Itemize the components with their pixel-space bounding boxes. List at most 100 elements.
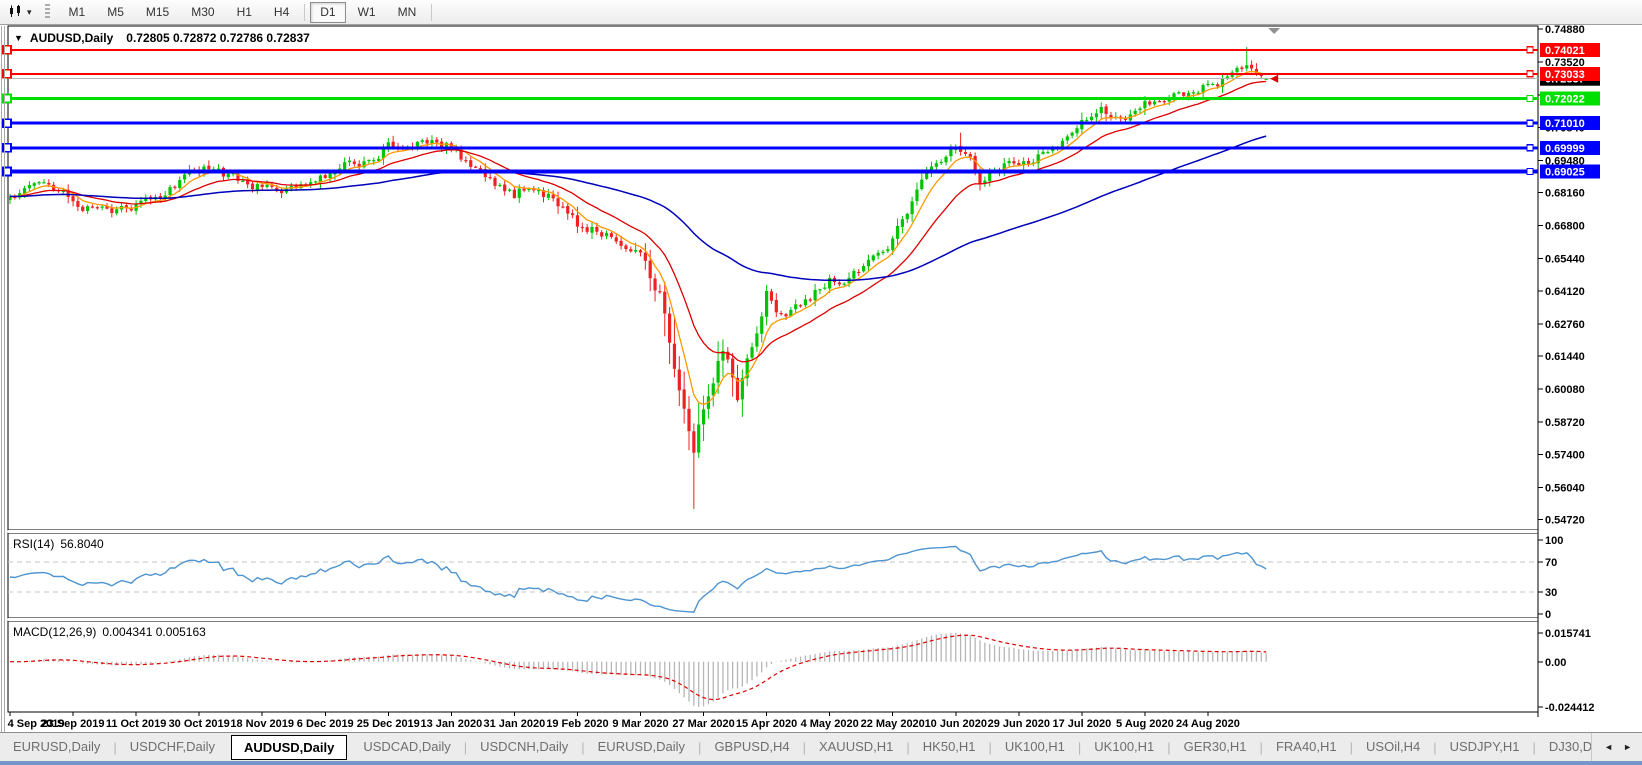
svg-text:0.74880: 0.74880 <box>1545 24 1585 36</box>
timeframe-button-d1[interactable]: D1 <box>310 2 345 23</box>
panel-splitter-rsi[interactable] <box>8 530 1538 533</box>
svg-text:0.72022: 0.72022 <box>1545 94 1585 106</box>
macd-name: MACD(12,26,9) <box>13 625 96 639</box>
svg-text:18 Nov 2019: 18 Nov 2019 <box>230 718 294 730</box>
svg-text:11 Oct 2019: 11 Oct 2019 <box>106 718 167 730</box>
svg-text:0.65440: 0.65440 <box>1545 254 1585 266</box>
tab-6-gbpusd-h4[interactable]: GBPUSD,H4 <box>701 734 802 760</box>
timeframe-button-mn[interactable]: MN <box>388 2 427 23</box>
svg-text:15 Apr 2020: 15 Apr 2020 <box>736 718 797 730</box>
time-axis[interactable]: 4 Sep 201923 Sep 201911 Oct 201930 Oct 2… <box>8 712 1240 730</box>
svg-text:0.68160: 0.68160 <box>1545 187 1585 199</box>
tab-4-usdcnh-daily[interactable]: USDCNH,Daily <box>467 734 581 760</box>
chart-ohlc-values: 0.72805 0.72872 0.72786 0.72837 <box>126 31 310 45</box>
tab-8-hk50-h1[interactable]: HK50,H1 <box>910 734 989 760</box>
timeframe-button-m30[interactable]: M30 <box>181 2 224 23</box>
timeframe-button-h4[interactable]: H4 <box>264 2 299 23</box>
svg-text:29 Jun 2020: 29 Jun 2020 <box>988 718 1050 730</box>
tab-scroll-left-icon[interactable]: ◄ <box>1604 742 1613 752</box>
svg-text:0.58720: 0.58720 <box>1545 417 1585 429</box>
svg-text:0.71010: 0.71010 <box>1545 118 1585 130</box>
svg-text:0.00: 0.00 <box>1545 657 1566 669</box>
window-edge-line <box>4 26 5 732</box>
rsi-value: 56.8040 <box>60 537 103 551</box>
toolbar: ▾ M1M5M15M30H1H4 D1W1MN <box>0 0 1642 25</box>
current-price-arrow-icon <box>1270 75 1278 83</box>
svg-text:0.57400: 0.57400 <box>1545 449 1585 461</box>
window-bottom-strip <box>0 761 1642 765</box>
timeframe-button-h1[interactable]: H1 <box>227 2 262 23</box>
candlesticks <box>8 47 1267 509</box>
macd-indicator-label: MACD(12,26,9) 0.004341 0.005163 <box>13 625 206 639</box>
chart-symbol-period: AUDUSD,Daily <box>30 31 113 45</box>
svg-text:4 May 2020: 4 May 2020 <box>801 718 859 730</box>
timeframe-buttons: M1M5M15M30H1H4 D1W1MN <box>58 2 437 23</box>
svg-text:23 Sep 2019: 23 Sep 2019 <box>42 718 105 730</box>
macd-values: 0.004341 0.005163 <box>102 625 205 639</box>
macd-axis[interactable]: 0.015741 0.00 -0.024412 <box>1538 628 1595 714</box>
tab-10-uk100-h1[interactable]: UK100,H1 <box>1081 734 1167 760</box>
svg-text:10 Jun 2020: 10 Jun 2020 <box>925 718 987 730</box>
chart-canvas: 0.748800.735200.721600.708400.694800.681… <box>0 0 1642 765</box>
chart-title: ▼ AUDUSD,Daily 0.72805 0.72872 0.72786 0.7… <box>14 31 310 45</box>
svg-text:24 Aug 2020: 24 Aug 2020 <box>1176 718 1240 730</box>
timeframe-button-m5[interactable]: M5 <box>97 2 134 23</box>
svg-text:0.66800: 0.66800 <box>1545 221 1585 233</box>
toolbar-grip-handle[interactable] <box>45 4 50 20</box>
tab-11-ger30-h1[interactable]: GER30,H1 <box>1171 734 1260 760</box>
tab-13-usoil-h4[interactable]: USOil,H4 <box>1353 734 1433 760</box>
svg-text:9 Mar 2020: 9 Mar 2020 <box>612 718 668 730</box>
svg-text:13 Jan 2020: 13 Jan 2020 <box>420 718 482 730</box>
chart-mode-dropdown-icon[interactable]: ▾ <box>27 8 32 17</box>
chart-shift-marker-icon[interactable] <box>1268 28 1280 34</box>
window-edge-line <box>1 26 2 732</box>
svg-text:0.62760: 0.62760 <box>1545 319 1585 331</box>
tab-scroll-right-icon[interactable]: ► <box>1623 742 1632 752</box>
level-line-0.69999[interactable]: 0.69999 <box>3 141 1600 155</box>
level-line-0.72022[interactable]: 0.72022 <box>3 92 1600 106</box>
rsi-name: RSI(14) <box>13 537 54 551</box>
chart-title-dropdown-icon[interactable]: ▼ <box>14 33 23 43</box>
svg-text:100: 100 <box>1545 535 1563 547</box>
svg-text:6 Dec 2019: 6 Dec 2019 <box>297 718 354 730</box>
svg-text:0.015741: 0.015741 <box>1545 628 1591 640</box>
tab-1-usdchf-daily[interactable]: USDCHF,Daily <box>117 734 228 760</box>
svg-text:0.56040: 0.56040 <box>1545 482 1585 494</box>
svg-text:25 Dec 2019: 25 Dec 2019 <box>357 718 420 730</box>
svg-text:0.69025: 0.69025 <box>1545 166 1585 178</box>
svg-text:0.69999: 0.69999 <box>1545 143 1585 155</box>
svg-text:0.61440: 0.61440 <box>1545 351 1585 363</box>
svg-text:17 Jul 2020: 17 Jul 2020 <box>1052 718 1111 730</box>
svg-text:30: 30 <box>1545 587 1557 599</box>
svg-text:-0.024412: -0.024412 <box>1545 702 1595 714</box>
chart-mode-button[interactable]: ▾ <box>5 3 35 21</box>
moving-average-slow-line <box>10 136 1266 280</box>
svg-text:0.74021: 0.74021 <box>1545 45 1585 57</box>
svg-text:0.64120: 0.64120 <box>1545 286 1585 298</box>
level-line-0.71010[interactable]: 0.71010 <box>3 116 1600 130</box>
panel-borders <box>8 26 1538 712</box>
candlestick-chart-icon <box>8 5 24 19</box>
tab-3-usdcad-daily[interactable]: USDCAD,Daily <box>350 734 463 760</box>
svg-text:5 Aug 2020: 5 Aug 2020 <box>1116 718 1174 730</box>
tab-7-xauusd-h1[interactable]: XAUUSD,H1 <box>806 734 906 760</box>
tab-2-audusd-daily[interactable]: AUDUSD,Daily <box>231 735 347 760</box>
panel-splitter-macd[interactable] <box>8 618 1538 621</box>
macd-histogram <box>10 633 1266 707</box>
svg-text:0.60080: 0.60080 <box>1545 384 1585 396</box>
tab-12-fra40-h1[interactable]: FRA40,H1 <box>1263 734 1350 760</box>
svg-text:30 Oct 2019: 30 Oct 2019 <box>169 718 230 730</box>
svg-text:27 Mar 2020: 27 Mar 2020 <box>672 718 734 730</box>
tab-5-eurusd-daily[interactable]: EURUSD,Daily <box>585 734 698 760</box>
tab-0-eurusd-daily[interactable]: EURUSD,Daily <box>0 734 113 760</box>
tab-9-uk100-h1[interactable]: UK100,H1 <box>992 734 1078 760</box>
svg-text:0.73033: 0.73033 <box>1545 69 1585 81</box>
chart-tab-bar: EURUSD,Daily|USDCHF,DailyAUDUSD,DailyUSD… <box>0 732 1642 761</box>
timeframe-button-w1[interactable]: W1 <box>348 2 386 23</box>
timeframe-button-m1[interactable]: M1 <box>59 2 96 23</box>
macd-signal-line <box>10 635 1266 699</box>
timeframe-button-m15[interactable]: M15 <box>136 2 179 23</box>
svg-text:0: 0 <box>1545 609 1551 621</box>
tab-14-usdjpy-h1[interactable]: USDJPY,H1 <box>1437 734 1533 760</box>
rsi-axis[interactable]: 10070300 <box>1538 535 1563 621</box>
